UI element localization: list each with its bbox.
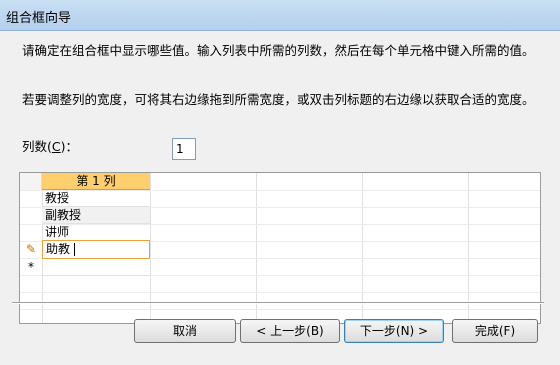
column-count-label: 列数(C)： [22, 139, 79, 154]
grid-cell-active[interactable]: 助教 [42, 240, 150, 259]
new-row-icon: * [28, 260, 34, 274]
grid-corner[interactable] [20, 173, 42, 190]
pencil-icon: ✎ [25, 242, 37, 256]
grid-cell[interactable]: 讲师 [42, 224, 150, 241]
grid-cell-new[interactable] [42, 259, 150, 276]
text-caret [74, 243, 76, 256]
column-header-1[interactable]: 第 1 列 [42, 173, 150, 190]
column-count-input[interactable] [172, 138, 196, 160]
instruction-text-1: 请确定在组合框中显示哪些值。输入列表中所需的列数，然后在每个单元格中键入所需的值… [22, 43, 535, 58]
grid-cell[interactable]: 副教授 [42, 207, 150, 224]
grid-cell[interactable]: 教授 [42, 190, 150, 207]
window-title: 组合框向导 [6, 11, 72, 26]
title-bar[interactable]: 组合框向导 [0, 0, 560, 31]
wizard-content: 请确定在组合框中显示哪些值。输入列表中所需的列数，然后在每个单元格中键入所需的值… [0, 31, 560, 365]
finish-button[interactable]: 完成(F) [452, 319, 538, 343]
next-button[interactable]: 下一步(N) > [344, 319, 444, 343]
back-button[interactable]: < 上一步(B) [240, 319, 340, 343]
cancel-button[interactable]: 取消 [134, 319, 236, 343]
instruction-text-2: 若要调整列的宽度，可将其右边缘拖到所需宽度，或双击列标题的右边缘以获取合适的宽度… [22, 92, 535, 107]
